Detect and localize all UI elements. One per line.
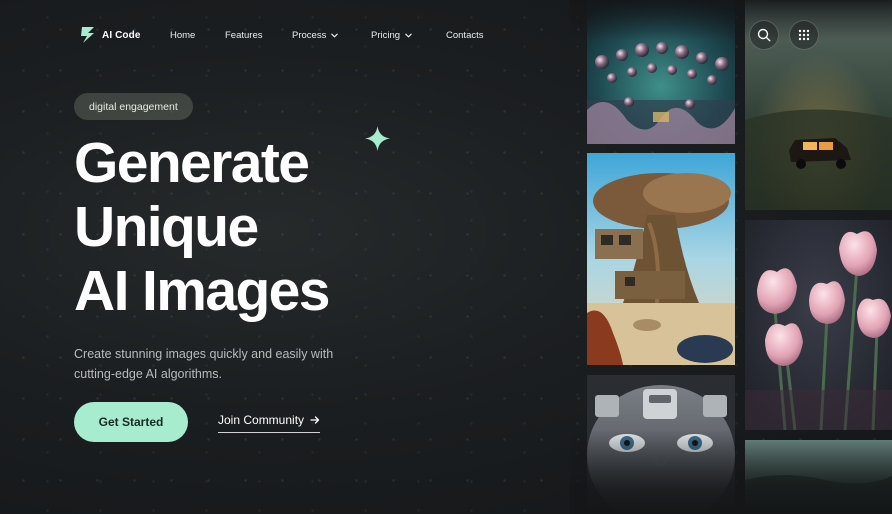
nav-item-pricing[interactable]: Pricing: [371, 30, 413, 41]
nav-label: Features: [225, 30, 263, 41]
nav-label: Contacts: [446, 30, 484, 41]
brand-logo[interactable]: AI Code: [80, 26, 140, 44]
grid-dots-icon: [798, 29, 810, 41]
chevron-down-icon: [331, 33, 339, 38]
nav-label: Process: [292, 30, 327, 41]
get-started-button[interactable]: Get Started: [74, 402, 188, 442]
brand-name: AI Code: [102, 29, 141, 41]
nav-item-features[interactable]: Features: [225, 30, 263, 41]
search-icon: [757, 28, 771, 42]
gallery-image-tulips: [745, 220, 892, 430]
join-community-label: Join Community: [218, 413, 305, 427]
nav-item-contacts[interactable]: Contacts: [446, 30, 484, 41]
join-community-link[interactable]: Join Community: [218, 413, 321, 433]
hero-headline: Generate Unique AI Images: [74, 131, 330, 323]
chevron-down-icon: [405, 33, 412, 38]
gallery-image-treehouse: [587, 153, 735, 365]
search-button[interactable]: [749, 20, 779, 50]
arrow-right-icon: [310, 416, 320, 424]
gallery-image-robot-face: [587, 375, 735, 514]
hero-badge: digital engagement: [74, 93, 193, 120]
headline-line-1: Generate: [74, 131, 310, 195]
nav-item-home[interactable]: Home: [170, 30, 195, 41]
nav-item-process[interactable]: Process: [292, 30, 339, 41]
apps-menu-button[interactable]: [789, 20, 819, 50]
hero-subtext: Create stunning images quickly and easil…: [74, 347, 334, 381]
gallery-image-bubbles: [587, 0, 735, 144]
nav-label: Pricing: [371, 30, 401, 41]
gallery-image-meadow: [745, 440, 892, 514]
bolt-logo-icon: [81, 27, 94, 43]
headline-line-2: Unique: [74, 195, 259, 259]
nav-label: Home: [170, 30, 196, 41]
sparkle-icon: [364, 125, 391, 152]
headline-line-3: AI Images: [74, 259, 330, 323]
